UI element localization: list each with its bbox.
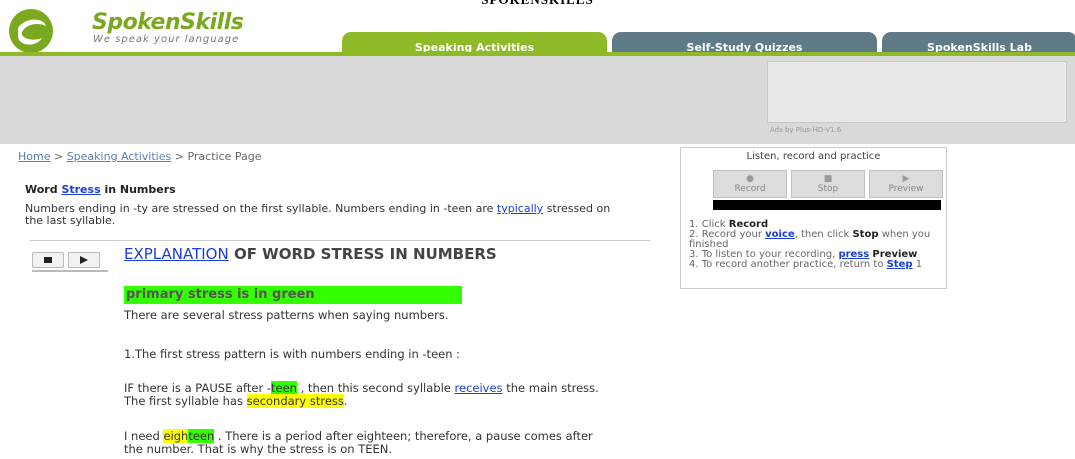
player-progress-track[interactable] — [32, 270, 108, 272]
eigh-highlight: eigh — [163, 429, 189, 443]
explanation-heading: EXPLANATION OF WORD STRESS IN NUMBERS — [124, 246, 604, 263]
primary-stress-label: primary stress is in green — [124, 286, 462, 304]
site-header: SpokenSkills We speak your language Spea… — [0, 6, 1075, 62]
ad-credit: Ads by Plus-HD-V1.6 — [770, 126, 842, 134]
page-title-part: in Numbers — [104, 183, 176, 196]
list-item: 2. Record your voice, then click Stop wh… — [689, 230, 944, 250]
logo-title-a: Spoken — [92, 10, 181, 35]
recorder-panel: Listen, record and practice ● Record ■ S… — [680, 147, 947, 289]
p3-text: IF there is a PAUSE after - — [124, 381, 272, 395]
stop-icon — [44, 257, 52, 263]
player-stop-button[interactable] — [32, 252, 64, 268]
breadcrumb-separator: > — [53, 150, 64, 163]
preview-label: Preview — [888, 184, 924, 194]
breadcrumb-speaking-activities[interactable]: Speaking Activities — [67, 150, 172, 163]
ad-slot[interactable] — [767, 61, 1067, 123]
stop-icon: ■ — [823, 174, 833, 184]
breadcrumb-home[interactable]: Home — [18, 150, 50, 163]
logo-tagline: We speak your language — [93, 34, 240, 45]
ad-band: Ads by Plus-HD-V1.6 — [0, 56, 1075, 144]
step-text: , then click — [794, 229, 850, 240]
step-text: 4. To record another practice, return to — [689, 259, 884, 270]
record-icon: ● — [746, 174, 754, 184]
teen-highlight: teen — [271, 381, 297, 395]
list-item: 4. To record another practice, return to… — [689, 260, 944, 270]
divider — [30, 240, 650, 241]
paragraph-1: There are several stress patterns when s… — [124, 308, 449, 322]
paragraph-3: IF there is a PAUSE after -teen , then t… — [124, 381, 614, 408]
logo-title-b: Skills — [180, 10, 244, 35]
voice-link[interactable]: voice — [765, 229, 795, 240]
stop-button[interactable]: ■ Stop — [791, 170, 865, 198]
explanation-heading-rest: OF WORD STRESS IN NUMBERS — [233, 245, 497, 263]
p4-text: I need — [124, 429, 160, 443]
secondary-stress-highlight: secondary stress — [246, 394, 344, 408]
page-title-part: Word — [25, 183, 58, 196]
recorder-controls: ● Record ■ Stop ▶ Preview — [713, 170, 943, 202]
recorder-status-bar — [713, 200, 941, 210]
intro-text: Numbers ending in -ty are stressed on th… — [25, 203, 625, 227]
preview-button[interactable]: ▶ Preview — [869, 170, 943, 198]
paragraph-4: I need eighteen . There is a period afte… — [124, 429, 614, 456]
play-icon — [80, 256, 88, 264]
teen-highlight: teen — [188, 429, 215, 443]
breadcrumb: Home > Speaking Activities > Practice Pa… — [18, 150, 262, 163]
page-title: Word Stress in Numbers — [25, 183, 176, 196]
stress-link[interactable]: Stress — [61, 183, 100, 196]
record-label: Record — [734, 184, 766, 194]
breadcrumb-current: Practice Page — [187, 150, 262, 163]
audio-player — [30, 252, 110, 274]
logo[interactable]: SpokenSkills We speak your language — [8, 8, 338, 54]
step-link[interactable]: Step — [887, 259, 913, 270]
breadcrumb-separator: > — [174, 150, 184, 163]
paragraph-2: 1.The first stress pattern is with numbe… — [124, 347, 461, 361]
recorder-steps: 1. Click Record 2. Record your voice, th… — [689, 220, 944, 270]
step-bold: Stop — [852, 229, 879, 240]
record-button[interactable]: ● Record — [713, 170, 787, 198]
stop-label: Stop — [817, 184, 839, 194]
step-text: 1 — [915, 259, 923, 270]
play-icon: ▶ — [902, 174, 910, 184]
recorder-title: Listen, record and practice — [746, 151, 881, 162]
logo-title: SpokenSkills — [92, 10, 244, 35]
p3-text: , then this second syllable — [300, 381, 451, 395]
player-play-button[interactable] — [68, 252, 100, 268]
receives-link[interactable]: receives — [455, 381, 503, 395]
typically-link[interactable]: typically — [497, 202, 543, 215]
logo-swoosh-icon — [9, 9, 53, 53]
explanation-link[interactable]: EXPLANATION — [124, 245, 229, 263]
p3-text: . — [343, 394, 348, 408]
